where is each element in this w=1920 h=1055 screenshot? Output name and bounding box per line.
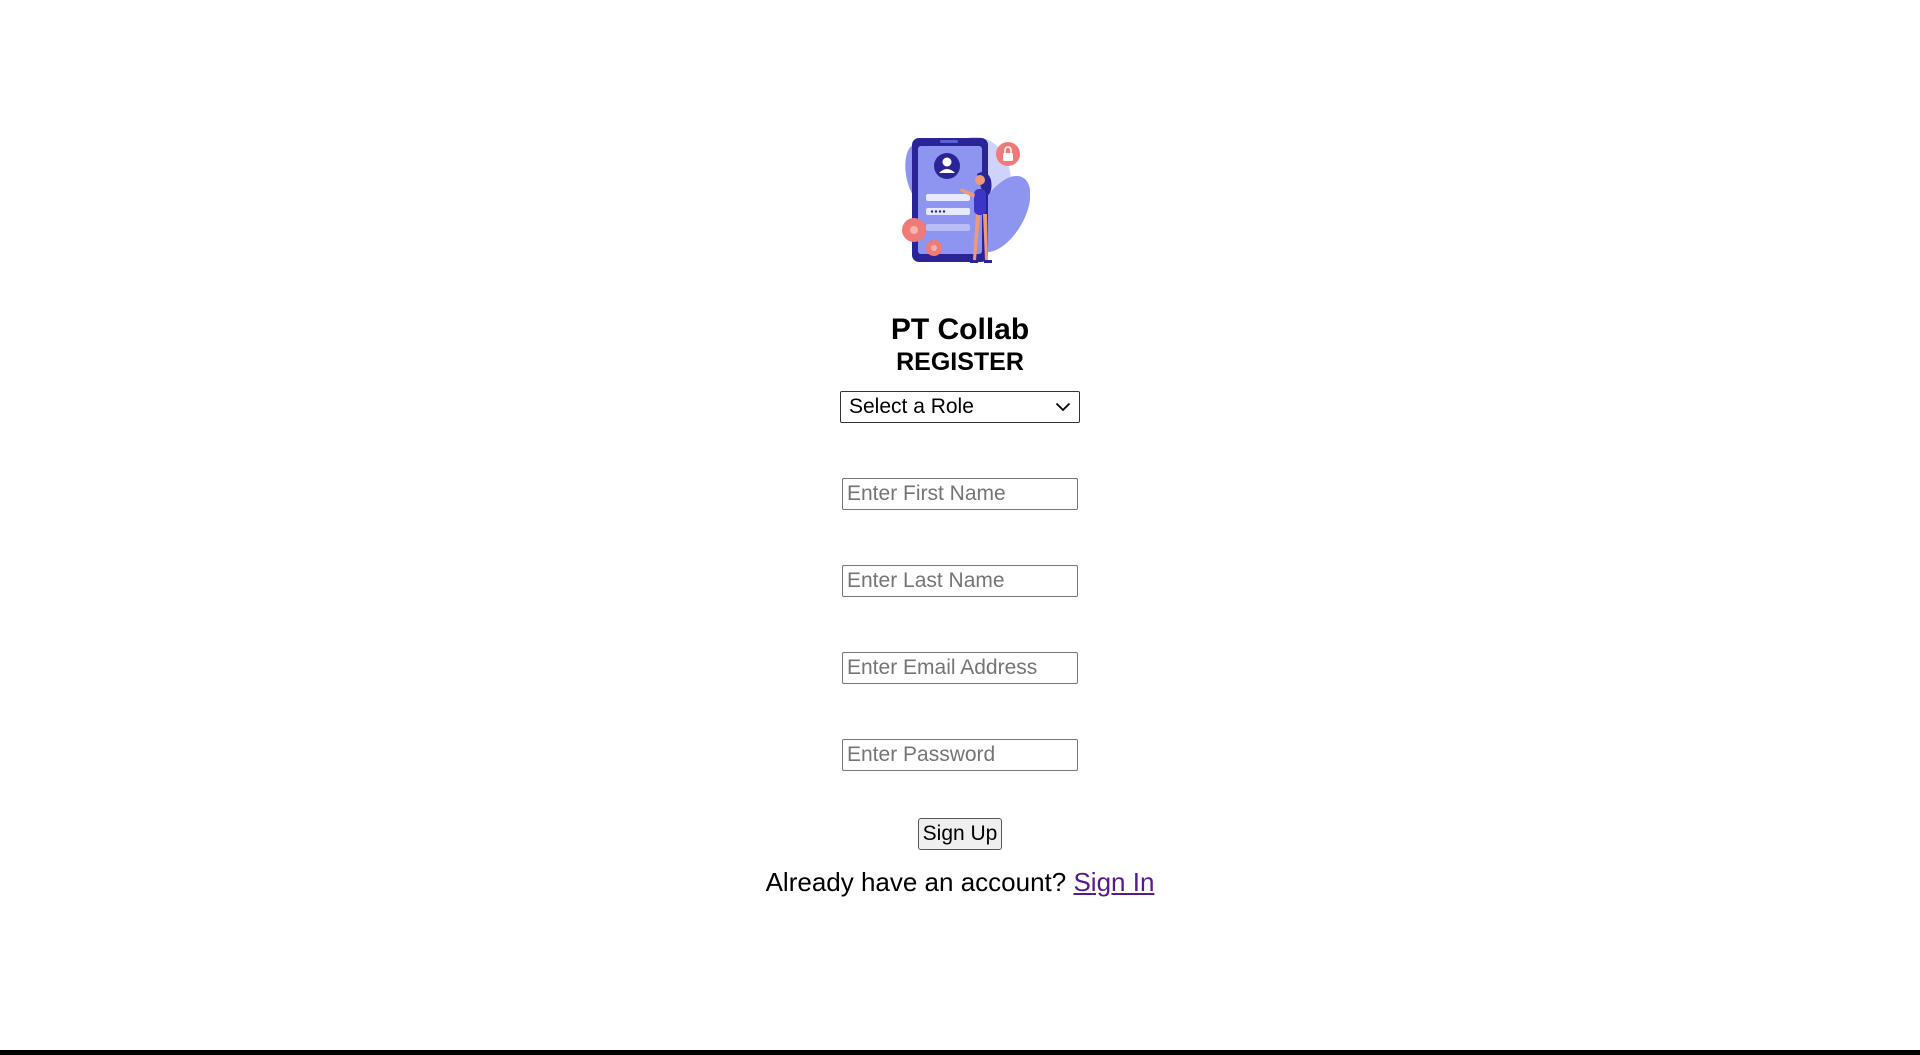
phone-login-illustration — [902, 136, 1030, 263]
sign-up-button[interactable]: Sign Up — [917, 818, 1003, 850]
last-name-input[interactable] — [842, 565, 1078, 597]
app-title: PT Collab — [890, 313, 1030, 346]
role-select[interactable]: Select a Role — [840, 391, 1080, 423]
sign-in-link[interactable]: Sign In — [1073, 867, 1154, 897]
email-input[interactable] — [842, 652, 1078, 684]
register-page: PT Collab REGISTER Select a Role Sign Up… — [0, 0, 1920, 1055]
register-container: PT Collab REGISTER Select a Role Sign Up… — [0, 0, 1920, 898]
first-name-input[interactable] — [842, 478, 1078, 510]
sign-in-prompt-text: Already have an account? — [765, 867, 1074, 897]
chevron-down-icon — [1054, 398, 1072, 416]
password-input[interactable] — [842, 739, 1078, 771]
sign-in-prompt: Already have an account? Sign In — [766, 866, 1155, 898]
role-select-value: Select a Role — [849, 395, 974, 418]
page-subtitle: REGISTER — [896, 348, 1024, 376]
bottom-edge-bar — [0, 1050, 1920, 1055]
